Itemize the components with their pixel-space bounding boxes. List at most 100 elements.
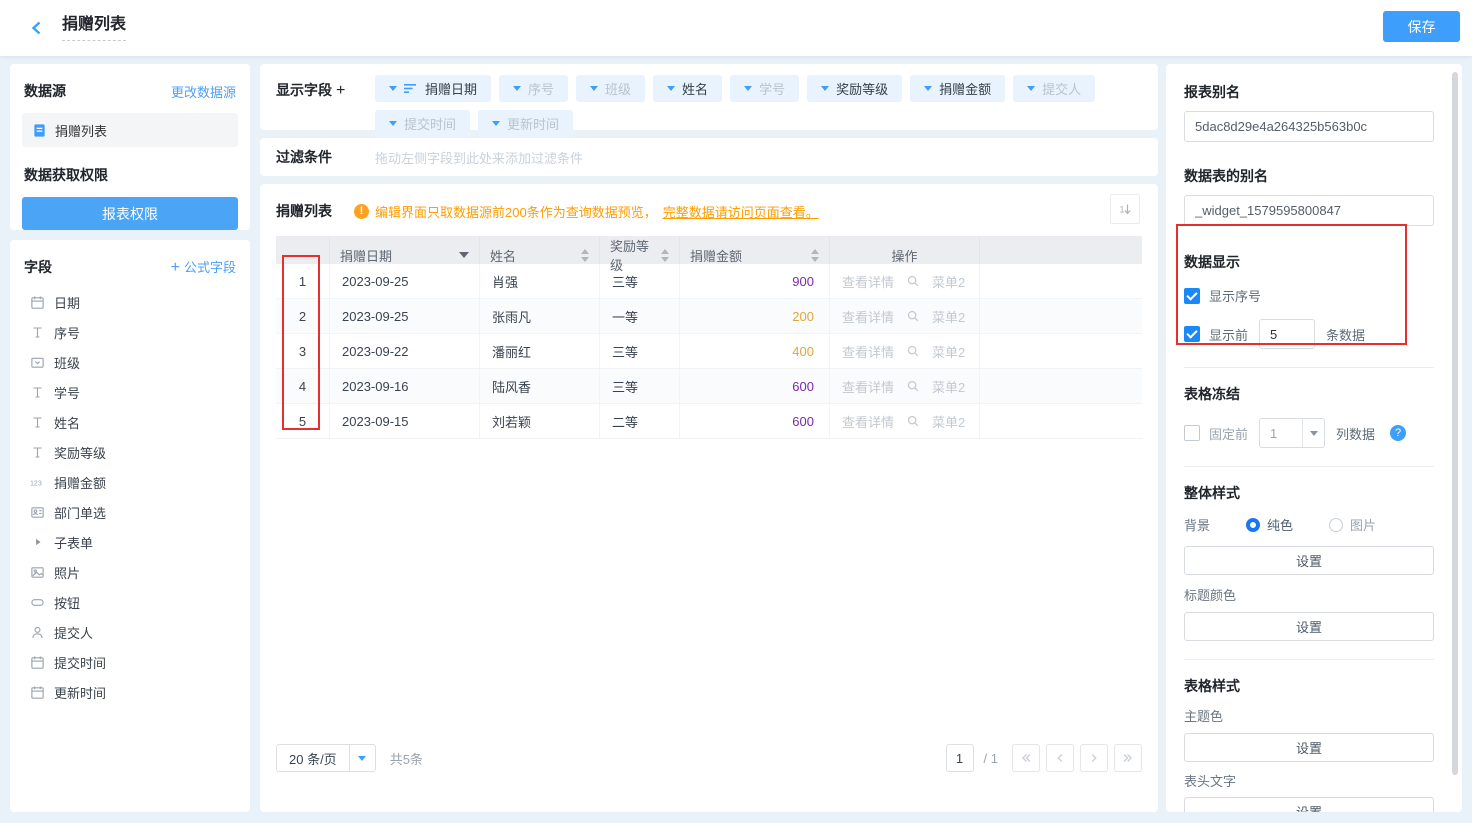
field-item-grade[interactable]: 奖励等级	[22, 437, 238, 467]
field-item-amount[interactable]: 123 捐赠金额	[22, 467, 238, 497]
next-page-button[interactable]	[1080, 744, 1108, 772]
notice-link[interactable]: 完整数据请访问页面查看。	[663, 202, 819, 221]
magnifier-icon[interactable]	[906, 414, 920, 428]
table-alias-label: 数据表的别名	[1184, 166, 1434, 186]
field-item-name[interactable]: 姓名	[22, 407, 238, 437]
field-item-subform[interactable]: 子表单	[22, 527, 238, 557]
theme-color-set-button[interactable]: 设置	[1184, 733, 1434, 762]
cell-name: 刘若颖	[480, 404, 600, 438]
view-detail-link[interactable]: 查看详情	[842, 272, 894, 291]
magnifier-icon[interactable]	[906, 274, 920, 288]
field-item-class[interactable]: 班级	[22, 347, 238, 377]
field-item-date[interactable]: 日期	[22, 287, 238, 317]
topbar: 捐赠列表 保存	[0, 0, 1472, 56]
department-icon	[30, 505, 45, 520]
row-count-input[interactable]	[1259, 319, 1315, 349]
image-radio[interactable]	[1329, 518, 1343, 532]
cell-operation: 查看详情 菜单2	[830, 264, 980, 298]
view-detail-link[interactable]: 查看详情	[842, 412, 894, 431]
freeze-title: 表格冻结	[1184, 384, 1434, 404]
filter-dropzone[interactable]: 拖动左侧字段到此处来添加过滤条件	[375, 148, 1142, 167]
field-chip-studentid[interactable]: 学号	[730, 75, 799, 102]
table-row: 4 2023-09-16 陆风香 三等 600 查看详情 菜单2	[276, 369, 1142, 404]
solid-color-radio[interactable]	[1246, 518, 1260, 532]
back-button[interactable]	[26, 17, 48, 39]
help-icon[interactable]: ?	[1390, 425, 1406, 441]
view-detail-link[interactable]: 查看详情	[842, 377, 894, 396]
field-item-update-time[interactable]: 更新时间	[22, 677, 238, 707]
number-icon: 123	[30, 475, 45, 490]
field-item-submitter[interactable]: 提交人	[22, 617, 238, 647]
save-button[interactable]: 保存	[1383, 11, 1460, 42]
field-chip-submit-time[interactable]: 提交时间	[375, 110, 470, 137]
pagination: 20 条/页 共5条 1 / 1	[276, 744, 1142, 772]
view-detail-link[interactable]: 查看详情	[842, 342, 894, 361]
cell-date: 2023-09-25	[330, 264, 480, 298]
page-size-select[interactable]: 20 条/页	[276, 744, 376, 772]
datasource-item[interactable]: 捐赠列表	[22, 113, 238, 147]
field-chip-amount[interactable]: 捐赠金额	[910, 75, 1005, 102]
table-style-title: 表格样式	[1184, 676, 1434, 696]
cell-grade: 三等	[600, 334, 680, 368]
field-item-submit-time[interactable]: 提交时间	[22, 647, 238, 677]
calendar-icon	[30, 295, 45, 310]
field-chip-serial[interactable]: 序号	[499, 75, 568, 102]
field-item-button[interactable]: 按钮	[22, 587, 238, 617]
last-page-button[interactable]	[1114, 744, 1142, 772]
menu2-link[interactable]: 菜单2	[932, 412, 965, 431]
svg-text:1: 1	[1120, 205, 1125, 215]
datasource-card: 数据源 更改数据源 捐赠列表 数据获取权限 报表权限	[10, 64, 250, 230]
freeze-checkbox[interactable]	[1184, 425, 1200, 441]
add-display-field-button[interactable]: +	[336, 82, 345, 99]
menu2-link[interactable]: 菜单2	[932, 272, 965, 291]
filter-card: 过滤条件 拖动左侧字段到此处来添加过滤条件	[260, 138, 1158, 176]
background-set-button[interactable]: 设置	[1184, 546, 1434, 575]
field-list: 日期 序号 班级 学号 姓名 奖励等级 123	[22, 287, 238, 707]
chevron-down-icon	[924, 86, 932, 91]
cell-amount: 200	[680, 299, 830, 333]
table-header: 捐赠日期 姓名 奖励等级 捐赠金额 操作	[276, 236, 1142, 264]
column-sort-button[interactable]: 1	[1110, 194, 1140, 224]
prev-page-button[interactable]	[1046, 744, 1074, 772]
settings-panel: 报表别名 数据表的别名 数据显示 显示序号 显示前 条数据 表格冻结 固定前 1…	[1166, 64, 1462, 812]
show-index-checkbox[interactable]	[1184, 288, 1200, 304]
menu2-link[interactable]: 菜单2	[932, 307, 965, 326]
freeze-count-select[interactable]: 1	[1259, 418, 1325, 448]
magnifier-icon[interactable]	[906, 344, 920, 358]
field-item-studentid[interactable]: 学号	[22, 377, 238, 407]
change-datasource-link[interactable]: 更改数据源	[171, 82, 236, 101]
magnifier-icon[interactable]	[906, 379, 920, 393]
view-detail-link[interactable]: 查看详情	[842, 307, 894, 326]
menu2-link[interactable]: 菜单2	[932, 377, 965, 396]
field-item-photo[interactable]: 照片	[22, 557, 238, 587]
table-card: 捐赠列表 ! 编辑界面只取数据源前200条作为查询数据预览，完整数据请访问页面查…	[260, 184, 1158, 812]
field-chip-update-time[interactable]: 更新时间	[478, 110, 573, 137]
field-item-serial[interactable]: 序号	[22, 317, 238, 347]
magnifier-icon[interactable]	[906, 309, 920, 323]
field-chip-name[interactable]: 姓名	[653, 75, 722, 102]
field-item-department[interactable]: 部门单选	[22, 497, 238, 527]
report-permission-button[interactable]: 报表权限	[22, 197, 238, 230]
field-chip-class[interactable]: 班级	[576, 75, 645, 102]
current-page-input[interactable]: 1	[946, 744, 974, 772]
first-page-button[interactable]	[1012, 744, 1040, 772]
header-text-set-button[interactable]: 设置	[1184, 797, 1434, 812]
sort-desc-icon	[459, 252, 469, 258]
display-field-chips: 捐赠日期 序号 班级 姓名 学号 奖励等级	[375, 75, 1120, 119]
numeric-sort-icon: 1	[1117, 201, 1133, 217]
field-chip-grade[interactable]: 奖励等级	[807, 75, 902, 102]
display-fields-label: 显示字段+	[276, 75, 375, 119]
table-alias-input[interactable]	[1184, 195, 1434, 226]
title-color-label: 标题颜色	[1184, 585, 1434, 604]
field-chip-donation-date[interactable]: 捐赠日期	[375, 75, 491, 102]
scrollbar[interactable]	[1452, 72, 1458, 775]
sort-icon	[661, 249, 669, 262]
button-icon	[30, 595, 45, 610]
show-first-checkbox[interactable]	[1184, 326, 1200, 342]
menu2-link[interactable]: 菜单2	[932, 342, 965, 361]
title-color-set-button[interactable]: 设置	[1184, 612, 1434, 641]
report-designer-page: 捐赠列表 保存 数据源 更改数据源 捐赠列表 数据获取权限 报表权限 字段 +公…	[0, 0, 1472, 823]
report-alias-input[interactable]	[1184, 111, 1434, 142]
add-formula-field-link[interactable]: +公式字段	[171, 257, 236, 277]
field-chip-submitter[interactable]: 提交人	[1013, 75, 1095, 102]
